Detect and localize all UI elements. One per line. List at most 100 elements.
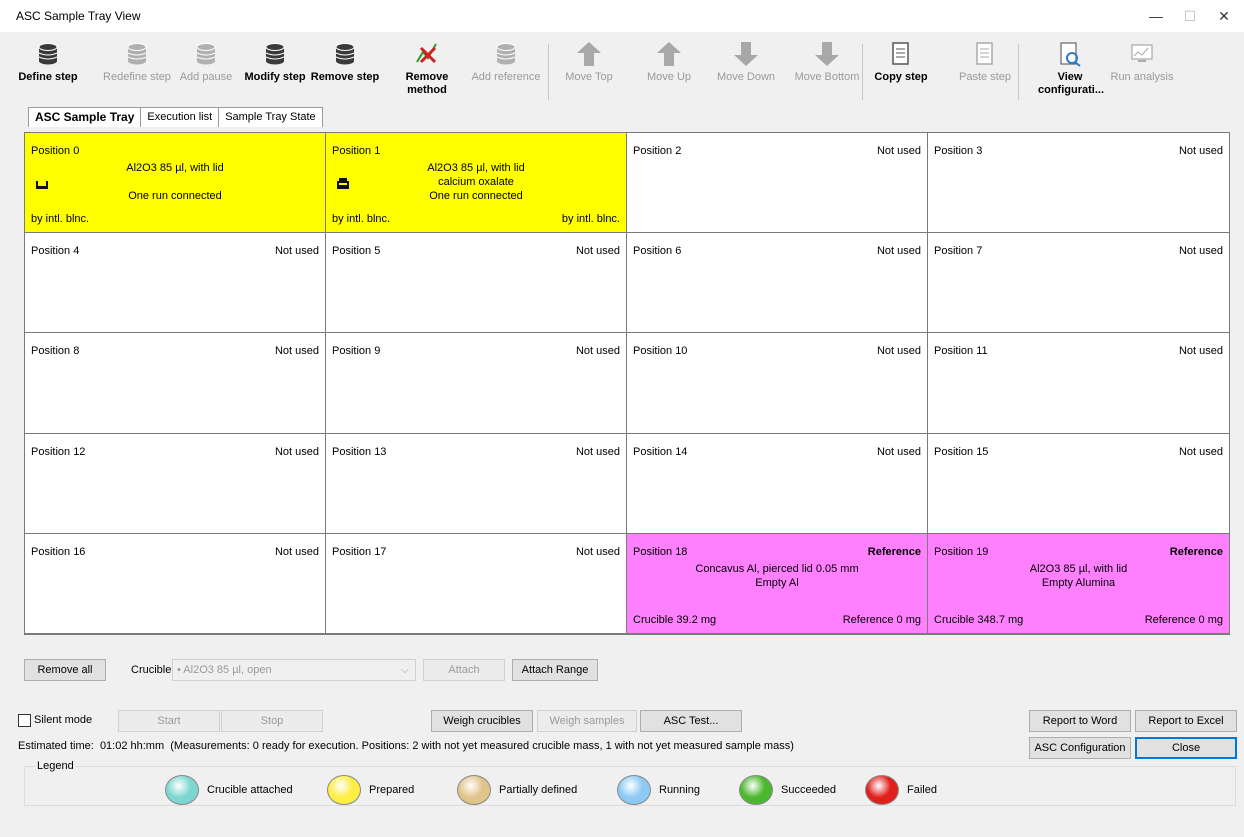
move-bottom-button[interactable]: Move Bottom <box>786 40 868 84</box>
define-step-icon <box>18 40 78 68</box>
weigh-samples-button[interactable]: Weigh samples <box>537 710 637 732</box>
report-to-excel-button[interactable]: Report to Excel <box>1135 710 1237 732</box>
silent-mode-label: Silent mode <box>34 714 93 726</box>
position-label: Position 4 <box>31 245 80 258</box>
view-configurati-button[interactable]: View configurati... <box>1038 40 1104 97</box>
position-bottom-left: by intl. blnc. <box>332 213 391 226</box>
position-label: Position 15 <box>934 445 989 458</box>
position-status: Not used <box>876 245 921 258</box>
tray-position-11[interactable]: Position 11 Not used <box>928 333 1229 434</box>
position-label: Position 17 <box>332 545 387 558</box>
toolbar: Define step Redefine step Add pause Modify … <box>10 36 1244 108</box>
legend-item: Partially defined <box>457 775 577 805</box>
tray-position-19[interactable]: Position 19 Reference Al2O3 85 µl, with li… <box>928 533 1229 634</box>
tray-position-1[interactable]: Position 1 Al2O3 85 µl, with lid calcium o… <box>326 133 627 234</box>
crucible-select[interactable]: • Al2O3 85 µl, open ⌵ <box>172 659 416 681</box>
redefine-step-button[interactable]: Redefine step <box>94 40 180 84</box>
copy-step-button[interactable]: Copy step <box>872 40 930 84</box>
position-label: Position 0 <box>31 145 80 157</box>
tab-sample-tray-state[interactable]: Sample Tray State <box>218 107 323 127</box>
move-up-icon <box>644 40 694 68</box>
attach-button[interactable]: Attach <box>423 659 505 681</box>
tray-position-16[interactable]: Position 16 Not used <box>25 533 326 634</box>
close-window-button[interactable]: ✕ <box>1212 6 1236 26</box>
position-bottom-left: Crucible 39.2 mg <box>633 613 717 626</box>
position-status: Not used <box>575 545 620 558</box>
tray-position-0[interactable]: Position 0 Al2O3 85 µl, with lid One run … <box>25 133 326 234</box>
close-button[interactable]: Close <box>1135 737 1237 759</box>
asc-test-button[interactable]: ASC Test... <box>640 710 742 732</box>
toolbar-button-label: Modify step <box>244 71 306 83</box>
attach-range-button[interactable]: Attach Range <box>512 659 598 681</box>
tray-position-3[interactable]: Position 3 Not used <box>928 133 1229 234</box>
remove-all-button[interactable]: Remove all <box>24 659 106 681</box>
legend-item: Prepared <box>327 775 414 805</box>
legend-label: Crucible attached <box>207 784 293 796</box>
tray-position-13[interactable]: Position 13 Not used <box>326 433 627 534</box>
view-configuration-icon <box>1038 40 1102 68</box>
position-label: Position 8 <box>31 345 80 358</box>
move-up-button[interactable]: Move Up <box>644 40 694 84</box>
toolbar-button-label: Redefine step <box>103 71 171 83</box>
position-details: Concavus Al, pierced lid 0.05 mm Empty Al <box>627 562 927 590</box>
tray-position-18[interactable]: Position 18 Reference Concavus Al, pierced… <box>627 533 928 634</box>
detail-line: Al2O3 85 µl, with lid <box>427 162 525 174</box>
move-top-icon <box>560 40 618 68</box>
tab-asc-sample-tray[interactable]: ASC Sample Tray <box>28 107 142 127</box>
position-label: Position 13 <box>332 445 387 458</box>
position-status: Not used <box>1178 145 1223 157</box>
tray-position-8[interactable]: Position 8 Not used <box>25 333 326 434</box>
paste-step-button[interactable]: Paste step <box>956 40 1014 84</box>
position-status: Not used <box>575 445 620 458</box>
stop-button[interactable]: Stop <box>221 710 323 732</box>
add-reference-button[interactable]: Add reference <box>470 40 542 84</box>
weigh-crucibles-button[interactable]: Weigh crucibles <box>431 710 533 732</box>
position-label: Position 18 <box>633 545 688 558</box>
tray-position-6[interactable]: Position 6 Not used <box>627 233 928 334</box>
remove-step-button[interactable]: Remove step <box>310 40 380 84</box>
legend-item: Crucible attached <box>165 775 293 805</box>
start-button[interactable]: Start <box>118 710 220 732</box>
tray-position-7[interactable]: Position 7 Not used <box>928 233 1229 334</box>
estimated-time-info: (Measurements: 0 ready for execution. Po… <box>170 740 794 752</box>
redefine-step-icon <box>94 40 180 68</box>
status-orb-icon <box>457 775 491 805</box>
silent-mode-checkbox[interactable] <box>18 714 31 727</box>
add-pause-icon <box>176 40 236 68</box>
tray-position-12[interactable]: Position 12 Not used <box>25 433 326 534</box>
tray-position-17[interactable]: Position 17 Not used <box>326 533 627 634</box>
asc-configuration-button[interactable]: ASC Configuration <box>1029 737 1131 759</box>
add-pause-button[interactable]: Add pause <box>176 40 236 84</box>
move-down-button[interactable]: Move Down <box>710 40 782 84</box>
toolbar-button-label: Move Bottom <box>794 71 860 83</box>
minimize-button[interactable]: — <box>1144 6 1168 26</box>
run-analysis-button[interactable]: Run analysis <box>1102 40 1182 84</box>
position-details: Al2O3 85 µl, with lid One run connected <box>25 161 325 203</box>
legend: Legend Crucible attached Prepared Partiall… <box>24 760 1236 806</box>
tray-position-10[interactable]: Position 10 Not used <box>627 333 928 434</box>
legend-label: Succeeded <box>781 784 837 796</box>
modify-step-icon <box>238 40 312 68</box>
modify-step-button[interactable]: Modify step <box>238 40 312 84</box>
tray-position-9[interactable]: Position 9 Not used <box>326 333 627 434</box>
position-bottom-left: Crucible 348.7 mg <box>934 613 1024 626</box>
sample-tray-grid: Position 0 Al2O3 85 µl, with lid One run … <box>24 132 1230 635</box>
legend-label: Partially defined <box>499 784 578 796</box>
legend-item: Failed <box>865 775 937 805</box>
tab-execution-list[interactable]: Execution list <box>140 107 220 127</box>
position-bottom-right: Reference 0 mg <box>1144 613 1223 626</box>
remove-method-button[interactable]: Remove method <box>402 40 452 97</box>
tray-position-5[interactable]: Position 5 Not used <box>326 233 627 334</box>
tray-position-14[interactable]: Position 14 Not used <box>627 433 928 534</box>
tray-position-4[interactable]: Position 4 Not used <box>25 233 326 334</box>
tray-position-2[interactable]: Position 2 Not used <box>627 133 928 234</box>
toolbar-separator <box>862 44 863 100</box>
report-to-word-button[interactable]: Report to Word <box>1029 710 1131 732</box>
define-step-button[interactable]: Define step <box>18 40 78 84</box>
maximize-button[interactable]: ☐ <box>1178 6 1202 26</box>
tray-position-15[interactable]: Position 15 Not used <box>928 434 1229 534</box>
paste-step-icon <box>956 40 1014 68</box>
move-top-button[interactable]: Move Top <box>560 40 618 84</box>
position-label: Position 1 <box>332 145 381 157</box>
crucible-select-value: • Al2O3 85 µl, open <box>177 664 272 676</box>
